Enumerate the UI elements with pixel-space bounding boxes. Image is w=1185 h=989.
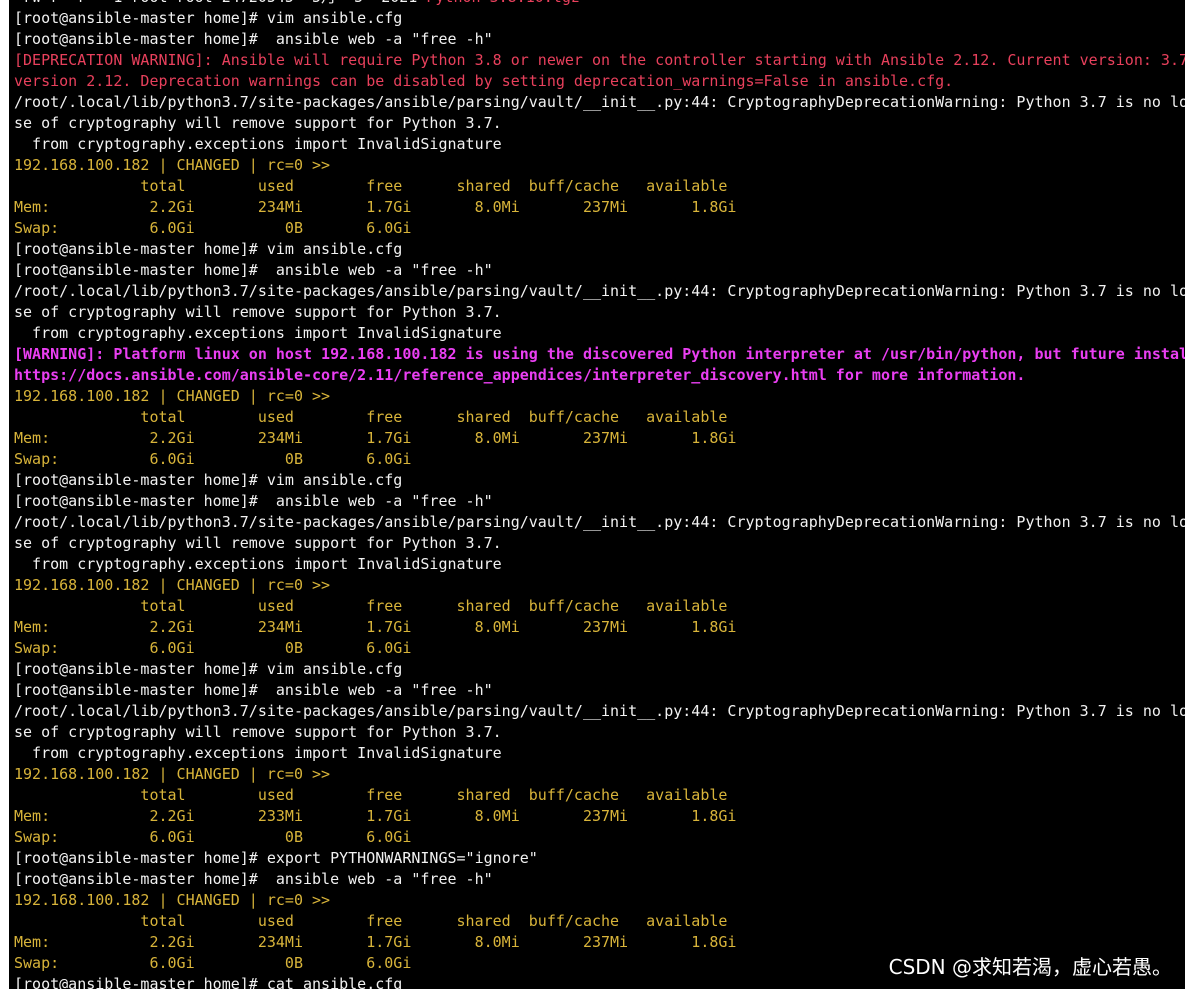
terminal-line-python-warning: se of cryptography will remove support f… [14, 113, 1185, 134]
terminal-line-text: /root/.local/lib/python3.7/site-packages… [14, 702, 1185, 720]
terminal-line-text: 192.168.100.182 | CHANGED | rc=0 >> [14, 156, 331, 174]
terminal-output: -rw-r--r-- 1 root root 24720545 5月 5 202… [14, 0, 1185, 989]
terminal-line-python-warning: /root/.local/lib/python3.7/site-packages… [14, 701, 1185, 722]
terminal-line-text: 192.168.100.182 | CHANGED | rc=0 >> [14, 891, 331, 909]
terminal-line-prompt: [root@ansible-master home]# ansible web … [14, 491, 1185, 512]
terminal-line-output: total used free shared buff/cache availa… [14, 785, 1185, 806]
terminal-line-python-warning: se of cryptography will remove support f… [14, 533, 1185, 554]
terminal-line-output: Mem: 2.2Gi 234Mi 1.7Gi 8.0Mi 237Mi 1.8Gi [14, 197, 1185, 218]
terminal-line-host-changed: 192.168.100.182 | CHANGED | rc=0 >> [14, 386, 1185, 407]
terminal-line-output: Swap: 6.0Gi 0B 6.0Gi [14, 218, 1185, 239]
terminal-line-text: total used free shared buff/cache availa… [14, 408, 728, 426]
terminal-line-text: https://docs.ansible.com/ansible-core/2.… [14, 366, 1026, 384]
terminal-line-text: Mem: 2.2Gi 234Mi 1.7Gi 8.0Mi 237Mi 1.8Gi [14, 429, 737, 447]
terminal-line-host-changed: 192.168.100.182 | CHANGED | rc=0 >> [14, 764, 1185, 785]
terminal-line-text: Swap: 6.0Gi 0B 6.0Gi [14, 219, 412, 237]
terminal-line-python-warning: se of cryptography will remove support f… [14, 302, 1185, 323]
terminal-line-text: Mem: 2.2Gi 233Mi 1.7Gi 8.0Mi 237Mi 1.8Gi [14, 807, 737, 825]
terminal-line-warning-bold: https://docs.ansible.com/ansible-core/2.… [14, 365, 1185, 386]
terminal-line-text: se of cryptography will remove support f… [14, 534, 502, 552]
terminal-line-python-warning: /root/.local/lib/python3.7/site-packages… [14, 281, 1185, 302]
terminal-line-text: version 2.12. Deprecation warnings can b… [14, 72, 954, 90]
terminal-line-text: /root/.local/lib/python3.7/site-packages… [14, 513, 1185, 531]
terminal-line-python-warning: se of cryptography will remove support f… [14, 722, 1185, 743]
terminal-line-output: total used free shared buff/cache availa… [14, 596, 1185, 617]
terminal-line-prompt: [root@ansible-master home]# ansible web … [14, 260, 1185, 281]
terminal-line-text: total used free shared buff/cache availa… [14, 177, 728, 195]
terminal-line-output: Swap: 6.0Gi 0B 6.0Gi [14, 827, 1185, 848]
terminal-line-text: [root@ansible-master home]# ansible web … [14, 492, 493, 510]
terminal-line-prompt: [root@ansible-master home]# vim ansible.… [14, 470, 1185, 491]
terminal-line-prompt: [root@ansible-master home]# ansible web … [14, 680, 1185, 701]
terminal-line-text: -rw-r--r-- 1 root root 24720545 5月 5 202… [14, 0, 426, 6]
terminal-line-output: Mem: 2.2Gi 234Mi 1.7Gi 8.0Mi 237Mi 1.8Gi [14, 617, 1185, 638]
terminal-line-output: Mem: 2.2Gi 233Mi 1.7Gi 8.0Mi 237Mi 1.8Gi [14, 806, 1185, 827]
terminal-line-text: total used free shared buff/cache availa… [14, 786, 728, 804]
terminal-line-text: Swap: 6.0Gi 0B 6.0Gi [14, 828, 412, 846]
terminal-line-text: [root@ansible-master home]# vim ansible.… [14, 471, 403, 489]
terminal-line-python-warning: from cryptography.exceptions import Inva… [14, 323, 1185, 344]
terminal-line-text: [root@ansible-master home]# cat ansible.… [14, 975, 403, 989]
terminal-line-output: Mem: 2.2Gi 234Mi 1.7Gi 8.0Mi 237Mi 1.8Gi [14, 428, 1185, 449]
terminal-line-text: [WARNING]: Platform linux on host 192.16… [14, 345, 1185, 363]
terminal-line-text: se of cryptography will remove support f… [14, 723, 502, 741]
terminal-line-prompt: [root@ansible-master home]# vim ansible.… [14, 8, 1185, 29]
terminal-line-output: total used free shared buff/cache availa… [14, 911, 1185, 932]
terminal-line-prompt: [root@ansible-master home]# vim ansible.… [14, 239, 1185, 260]
csdn-watermark: CSDN @求知若渴，虚心若愚。 [888, 955, 1172, 979]
terminal-line-output: total used free shared buff/cache availa… [14, 176, 1185, 197]
terminal-line-deprecation: version 2.12. Deprecation warnings can b… [14, 71, 1185, 92]
terminal-line-python-warning: from cryptography.exceptions import Inva… [14, 134, 1185, 155]
terminal-line-text: [root@ansible-master home]# ansible web … [14, 30, 493, 48]
terminal-line-text: 192.168.100.182 | CHANGED | rc=0 >> [14, 576, 331, 594]
terminal-line-text: Swap: 6.0Gi 0B 6.0Gi [14, 954, 412, 972]
terminal-line-warning-bold: [WARNING]: Platform linux on host 192.16… [14, 344, 1185, 365]
terminal-line-deprecation: [DEPRECATION WARNING]: Ansible will requ… [14, 50, 1185, 71]
terminal-line-text: [DEPRECATION WARNING]: Ansible will requ… [14, 51, 1185, 69]
terminal-line-text: 192.168.100.182 | CHANGED | rc=0 >> [14, 387, 331, 405]
terminal-line-prompt: [root@ansible-master home]# export PYTHO… [14, 848, 1185, 869]
terminal-line-text: total used free shared buff/cache availa… [14, 912, 728, 930]
terminal-line-text: [root@ansible-master home]# vim ansible.… [14, 660, 403, 678]
terminal-line-python-warning: /root/.local/lib/python3.7/site-packages… [14, 92, 1185, 113]
terminal-line-text: Swap: 6.0Gi 0B 6.0Gi [14, 639, 412, 657]
terminal-line-text: Mem: 2.2Gi 234Mi 1.7Gi 8.0Mi 237Mi 1.8Gi [14, 618, 737, 636]
terminal-line-prompt: [root@ansible-master home]# ansible web … [14, 29, 1185, 50]
terminal-line-host-changed: 192.168.100.182 | CHANGED | rc=0 >> [14, 575, 1185, 596]
terminal-line-text: total used free shared buff/cache availa… [14, 597, 728, 615]
terminal-line-text: /root/.local/lib/python3.7/site-packages… [14, 282, 1185, 300]
terminal-line-text: [root@ansible-master home]# vim ansible.… [14, 9, 403, 27]
terminal-line-output: Swap: 6.0Gi 0B 6.0Gi [14, 449, 1185, 470]
terminal-line-text: [root@ansible-master home]# ansible web … [14, 261, 493, 279]
terminal-line-text: [root@ansible-master home]# vim ansible.… [14, 240, 403, 258]
terminal-line-text: Swap: 6.0Gi 0B 6.0Gi [14, 450, 412, 468]
terminal-line-filename: Python-3.8.10.tgz [426, 0, 580, 6]
terminal-line-text: /root/.local/lib/python3.7/site-packages… [14, 93, 1185, 111]
terminal-line-text: from cryptography.exceptions import Inva… [14, 744, 502, 762]
terminal-line-text: 192.168.100.182 | CHANGED | rc=0 >> [14, 765, 331, 783]
terminal-line-python-warning: from cryptography.exceptions import Inva… [14, 554, 1185, 575]
terminal-line-host-changed: 192.168.100.182 | CHANGED | rc=0 >> [14, 890, 1185, 911]
terminal-window[interactable]: -rw-r--r-- 1 root root 24720545 5月 5 202… [9, 0, 1185, 989]
terminal-line-output: total used free shared buff/cache availa… [14, 407, 1185, 428]
terminal-line-text: [root@ansible-master home]# ansible web … [14, 681, 493, 699]
terminal-line-prompt: -rw-r--r-- 1 root root 24720545 5月 5 202… [14, 0, 1185, 8]
terminal-line-text: [root@ansible-master home]# ansible web … [14, 870, 493, 888]
terminal-line-text: Mem: 2.2Gi 234Mi 1.7Gi 8.0Mi 237Mi 1.8Gi [14, 933, 737, 951]
terminal-line-output: Swap: 6.0Gi 0B 6.0Gi [14, 638, 1185, 659]
terminal-line-text: se of cryptography will remove support f… [14, 303, 502, 321]
terminal-line-python-warning: from cryptography.exceptions import Inva… [14, 743, 1185, 764]
terminal-line-text: se of cryptography will remove support f… [14, 114, 502, 132]
terminal-line-text: [root@ansible-master home]# export PYTHO… [14, 849, 538, 867]
terminal-line-host-changed: 192.168.100.182 | CHANGED | rc=0 >> [14, 155, 1185, 176]
terminal-line-text: Mem: 2.2Gi 234Mi 1.7Gi 8.0Mi 237Mi 1.8Gi [14, 198, 737, 216]
terminal-line-python-warning: /root/.local/lib/python3.7/site-packages… [14, 512, 1185, 533]
terminal-line-text: from cryptography.exceptions import Inva… [14, 135, 502, 153]
terminal-line-prompt: [root@ansible-master home]# vim ansible.… [14, 659, 1185, 680]
terminal-line-output: Mem: 2.2Gi 234Mi 1.7Gi 8.0Mi 237Mi 1.8Gi [14, 932, 1185, 953]
terminal-line-prompt: [root@ansible-master home]# ansible web … [14, 869, 1185, 890]
terminal-line-text: from cryptography.exceptions import Inva… [14, 324, 502, 342]
terminal-line-text: from cryptography.exceptions import Inva… [14, 555, 502, 573]
